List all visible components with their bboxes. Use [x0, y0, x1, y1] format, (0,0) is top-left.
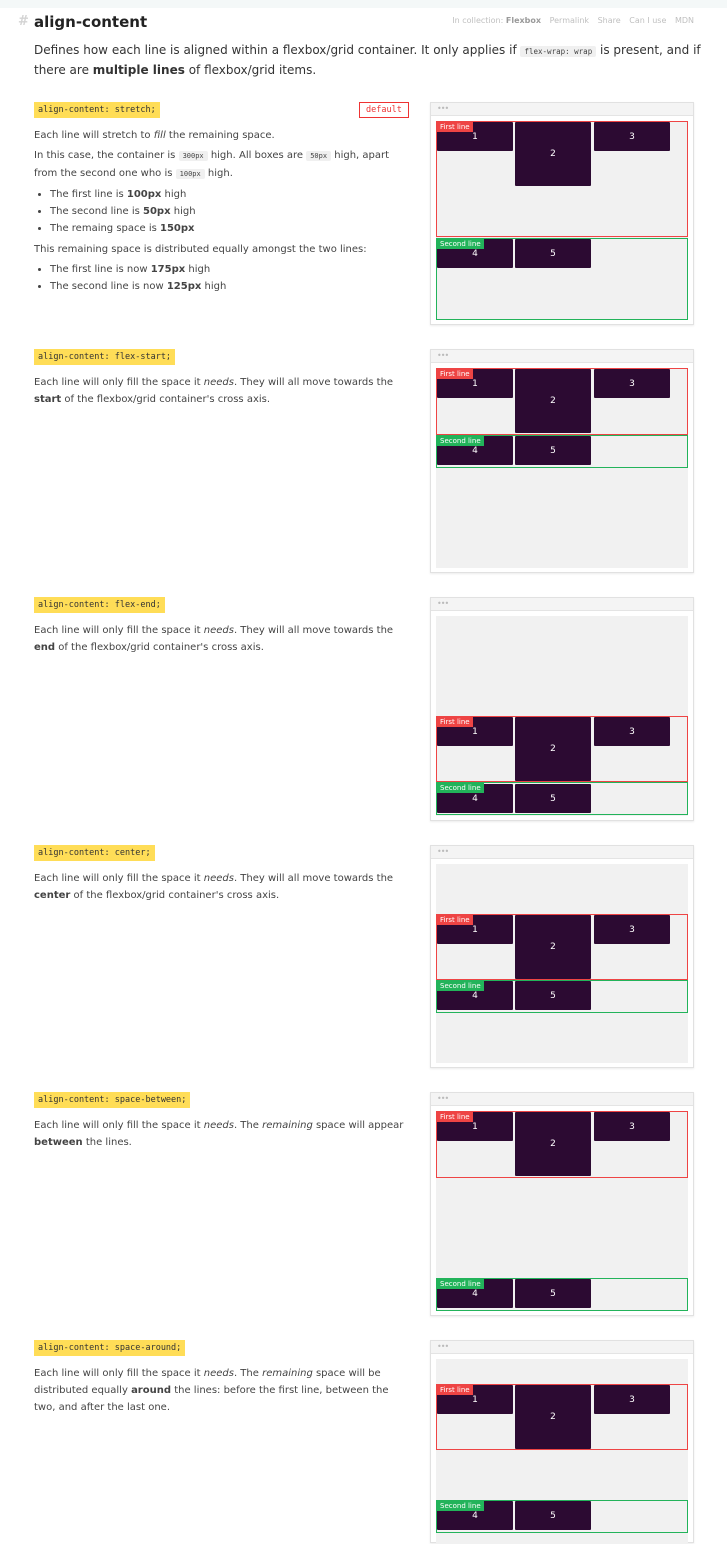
flex-item-5: 5 — [515, 239, 591, 268]
demo-window: ••• First line Second line 1 2 3 4 5 — [430, 845, 694, 1068]
permalink-link[interactable]: Permalink — [550, 16, 589, 25]
section-description: Each line will only fill the space it ne… — [34, 1368, 389, 1413]
mdn-link[interactable]: MDN — [675, 16, 694, 25]
intro-paragraph: Defines how each line is aligned within … — [34, 43, 701, 77]
demo-window: ••• First line Second line 1 2 3 4 5 — [430, 1092, 694, 1316]
demo-window: ••• First line Second line 1 2 3 4 5 — [430, 102, 694, 325]
section-description: Each line will only fill the space it ne… — [34, 377, 394, 405]
top-bar — [0, 0, 727, 8]
section-description: Each line will stretch to fill the remai… — [34, 127, 409, 299]
demo-window: ••• First line Second line 1 2 3 4 5 — [430, 349, 694, 573]
flex-item-5: 5 — [515, 1279, 591, 1308]
demo-window-bar: ••• — [431, 846, 693, 859]
window-dots-icon: ••• — [437, 104, 449, 113]
window-dots-icon: ••• — [437, 847, 449, 856]
flex-item-2: 2 — [515, 1385, 591, 1449]
demo-window: ••• First line Second line 1 2 3 4 5 — [430, 597, 694, 821]
anchor-hash-link[interactable]: # — [18, 14, 29, 29]
second-line-label: Second line — [437, 783, 484, 793]
flex-container: First line Second line 1 2 3 4 5 — [436, 864, 688, 1063]
list-item: The first line is 100px high — [50, 186, 409, 203]
flex-item-2: 2 — [515, 1112, 591, 1176]
flex-container: First line Second line 1 2 3 4 5 — [436, 1359, 688, 1544]
section-description: Each line will only fill the space it ne… — [34, 873, 394, 901]
collection-label: In collection: Flexbox — [452, 16, 542, 25]
second-line-label: Second line — [437, 981, 484, 991]
first-line-label: First line — [437, 915, 473, 925]
bullet-list: The first line is 100px high The second … — [34, 186, 409, 237]
list-item: The first line is now 175px high — [50, 261, 409, 278]
second-line-label: Second line — [437, 436, 484, 446]
window-dots-icon: ••• — [437, 599, 449, 608]
demo-window-bar: ••• — [431, 350, 693, 363]
flex-item-3: 3 — [594, 717, 670, 746]
demo-window: ••• First line Second line 1 2 3 4 5 — [430, 1340, 694, 1544]
first-line-label: First line — [437, 1112, 473, 1122]
flex-container: First line Second line 1 2 3 4 5 — [436, 121, 688, 320]
flex-item-2: 2 — [515, 122, 591, 186]
first-line-label: First line — [437, 717, 473, 727]
flex-item-3: 3 — [594, 915, 670, 944]
bullet-list: The first line is now 175px high The sec… — [34, 261, 409, 295]
list-item: The remaing space is 150px — [50, 220, 409, 237]
flex-container: First line Second line 1 2 3 4 5 — [436, 616, 688, 816]
flex-item-2: 2 — [515, 717, 591, 781]
first-line-label: First line — [437, 369, 473, 379]
header-meta: In collection: Flexbox Permalink Share C… — [446, 16, 694, 25]
section-description: Each line will only fill the space it ne… — [34, 1120, 404, 1148]
default-badge: default — [359, 102, 409, 118]
flex-item-3: 3 — [594, 369, 670, 398]
second-line-label: Second line — [437, 1501, 484, 1511]
property-badge: align-content: flex-start; — [34, 349, 176, 365]
inline-code: flex-wrap: wrap — [520, 46, 597, 57]
flex-item-5: 5 — [515, 436, 591, 465]
demo-window-bar: ••• — [431, 103, 693, 116]
flex-item-5: 5 — [515, 1501, 591, 1530]
property-badge: align-content: flex-end; — [34, 597, 165, 613]
section-description: Each line will only fill the space it ne… — [34, 625, 394, 653]
page-title: align-content — [34, 13, 148, 31]
flex-item-5: 5 — [515, 981, 591, 1010]
flex-item-3: 3 — [594, 1385, 670, 1414]
demo-window-bar: ••• — [431, 1341, 693, 1354]
collection-link[interactable]: Flexbox — [506, 16, 541, 25]
property-badge: align-content: space-around; — [34, 1340, 186, 1356]
second-line-label: Second line — [437, 1279, 484, 1289]
property-badge: align-content: center; — [34, 845, 155, 861]
flex-item-5: 5 — [515, 784, 591, 813]
first-line-label: First line — [437, 1385, 473, 1395]
can-i-use-link[interactable]: Can I use — [629, 16, 666, 25]
list-item: The second line is now 125px high — [50, 278, 409, 295]
window-dots-icon: ••• — [437, 351, 449, 360]
demo-window-bar: ••• — [431, 1093, 693, 1106]
flex-item-3: 3 — [594, 122, 670, 151]
demo-window-bar: ••• — [431, 598, 693, 611]
flex-item-2: 2 — [515, 915, 591, 979]
flex-container: First line Second line 1 2 3 4 5 — [436, 368, 688, 568]
first-line-label: First line — [437, 122, 473, 132]
window-dots-icon: ••• — [437, 1342, 449, 1351]
flex-container: First line Second line 1 2 3 4 5 — [436, 1111, 688, 1311]
property-badge: align-content: stretch; — [34, 102, 160, 118]
window-dots-icon: ••• — [437, 1094, 449, 1103]
property-badge: align-content: space-between; — [34, 1092, 191, 1108]
flex-item-2: 2 — [515, 369, 591, 433]
flex-item-3: 3 — [594, 1112, 670, 1141]
list-item: The second line is 50px high — [50, 203, 409, 220]
second-line-label: Second line — [437, 239, 484, 249]
share-link[interactable]: Share — [598, 16, 621, 25]
